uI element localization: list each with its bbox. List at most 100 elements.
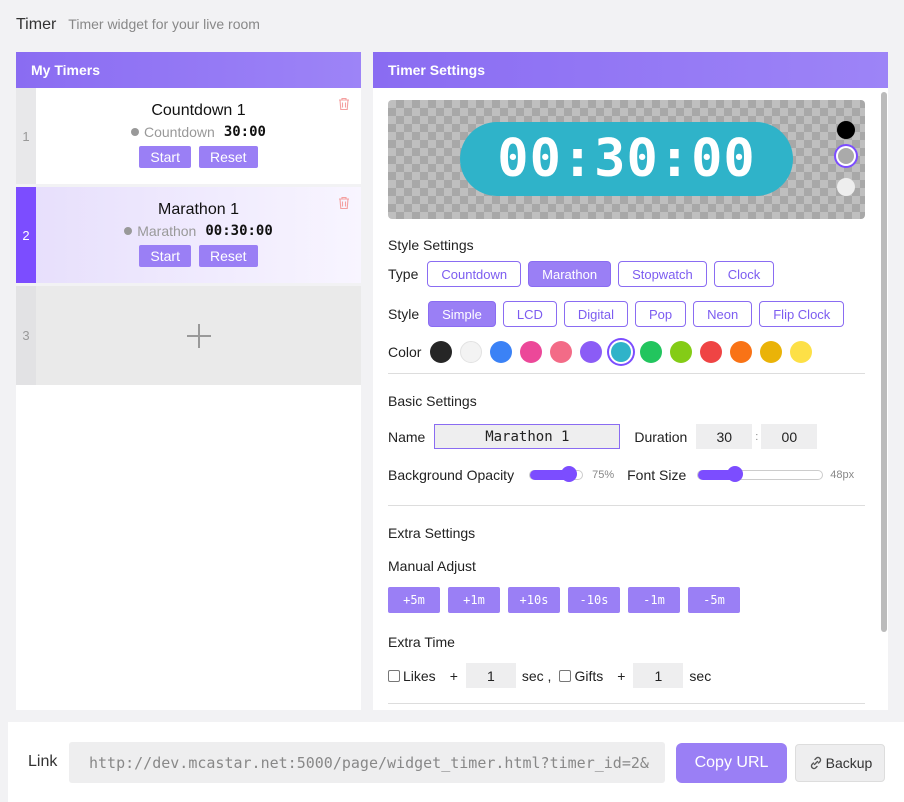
style-option-lcd[interactable]: LCD [502, 301, 557, 327]
color-swatch[interactable] [520, 341, 543, 363]
page-title: Timer [16, 16, 57, 33]
timer-name: Marathon 1 [158, 201, 239, 218]
color-swatch[interactable] [700, 341, 723, 363]
scrollbar[interactable] [881, 92, 887, 632]
preview-bg-black-option[interactable] [837, 121, 855, 139]
adjust-plus-1m-button[interactable]: +1m [448, 587, 500, 613]
timer-index: 1 [16, 88, 36, 184]
adjust-minus-1m-button[interactable]: -1m [628, 587, 680, 613]
name-input[interactable]: Marathon 1 [434, 424, 621, 449]
manual-adjust-label: Manual Adjust [388, 558, 476, 574]
timer-name: Countdown 1 [151, 102, 246, 119]
likes-seconds-input[interactable]: 1 [465, 663, 516, 688]
color-swatch[interactable] [550, 341, 573, 363]
style-option-simple[interactable]: Simple [428, 301, 496, 327]
gifts-checkbox[interactable] [559, 669, 572, 682]
type-row: Type Countdown Marathon Stopwatch Clock [388, 261, 775, 287]
style-row: Style Simple LCD Digital Pop Neon Flip C… [388, 301, 845, 327]
color-swatch[interactable] [430, 341, 453, 363]
timer-index: 3 [16, 286, 36, 385]
link-url-input[interactable]: http://dev.mcastar.net:5000/page/widget_… [69, 742, 665, 783]
type-option-stopwatch[interactable]: Stopwatch [618, 261, 707, 287]
duration-minutes-input[interactable]: 30 [696, 424, 753, 449]
start-button[interactable]: Start [139, 146, 191, 168]
color-swatch[interactable] [670, 341, 693, 363]
timer-settings-panel: Timer Settings 00:30:00 Style Settings T… [373, 52, 888, 710]
opacity-slider[interactable] [529, 466, 584, 482]
timer-settings-heading: Timer Settings [373, 52, 888, 88]
timer-item[interactable]: 2 Marathon 1 Marathon 00:30:00 Start Res… [16, 187, 361, 286]
type-option-clock[interactable]: Clock [713, 261, 775, 287]
style-label: Style [388, 306, 420, 322]
status-dot [124, 227, 133, 235]
trash-icon[interactable] [337, 97, 351, 111]
name-row: Name Marathon 1 Duration 30 : 00 [388, 424, 818, 449]
trash-icon[interactable] [337, 196, 351, 210]
type-option-marathon[interactable]: Marathon [528, 261, 612, 287]
likes-checkbox[interactable] [388, 669, 400, 682]
gifts-plus: + [617, 667, 626, 684]
duration-label: Duration [634, 428, 688, 445]
opacity-slider-knob[interactable] [561, 466, 578, 482]
preview-bg-white-option[interactable] [837, 178, 855, 196]
likes-label: Likes [403, 667, 436, 684]
add-timer-slot[interactable]: 3 [16, 286, 361, 385]
timer-type: Marathon [137, 223, 197, 239]
color-swatch[interactable] [730, 341, 753, 363]
timer-preview: 00:30:00 [388, 100, 865, 219]
likes-sec-label: sec , [521, 667, 552, 684]
divider [388, 505, 865, 506]
basic-settings-label: Basic Settings [388, 393, 477, 409]
timer-item[interactable]: 1 Countdown 1 Countdown 30:00 Start Rese… [16, 88, 361, 187]
timer-time: 30:00 [223, 124, 266, 140]
style-option-digital[interactable]: Digital [563, 301, 629, 327]
duration-separator: : [755, 430, 759, 443]
color-swatches [430, 341, 813, 363]
gifts-seconds-input[interactable]: 1 [633, 663, 684, 688]
status-dot [131, 128, 139, 136]
preview-bg-gray-option[interactable] [838, 148, 854, 164]
adjust-plus-10s-button[interactable]: +10s [508, 587, 560, 613]
font-size-slider[interactable] [697, 466, 824, 482]
color-swatch[interactable] [640, 341, 663, 363]
backup-label: Backup [825, 755, 873, 771]
link-icon [810, 756, 821, 770]
gifts-label: Gifts [574, 667, 604, 684]
color-swatch[interactable] [760, 341, 783, 363]
reset-button[interactable]: Reset [199, 245, 258, 267]
timer-index: 2 [16, 187, 36, 283]
plus-icon[interactable] [186, 323, 212, 349]
color-swatch[interactable] [611, 342, 632, 362]
color-swatch[interactable] [460, 341, 483, 363]
page-subtitle: Timer widget for your live room [68, 16, 260, 32]
font-size-label: Font Size [627, 467, 687, 483]
color-swatch[interactable] [790, 341, 813, 363]
duration-seconds-input[interactable]: 00 [761, 424, 818, 449]
timer-time: 00:30:00 [205, 223, 273, 239]
extra-settings-label: Extra Settings [388, 525, 476, 541]
font-size-slider-knob[interactable] [727, 466, 744, 482]
style-option-flip-clock[interactable]: Flip Clock [759, 301, 845, 327]
gifts-sec-label: sec [689, 667, 712, 684]
style-option-pop[interactable]: Pop [635, 301, 687, 327]
adjust-minus-10s-button[interactable]: -10s [568, 587, 620, 613]
color-swatch[interactable] [580, 341, 603, 363]
color-swatch[interactable] [490, 341, 513, 363]
adjust-plus-5m-button[interactable]: +5m [388, 587, 440, 613]
extra-time-row: Likes + 1 sec , Gifts + 1 sec [388, 663, 713, 688]
reset-button[interactable]: Reset [199, 146, 258, 168]
page-header: Timer Timer widget for your live room [16, 16, 260, 34]
style-option-neon[interactable]: Neon [693, 301, 753, 327]
copy-url-button[interactable]: Copy URL [676, 743, 787, 783]
start-button[interactable]: Start [139, 245, 191, 267]
adjust-minus-5m-button[interactable]: -5m [688, 587, 740, 613]
backup-button[interactable]: Backup [795, 744, 885, 782]
style-settings-label: Style Settings [388, 237, 474, 253]
preview-time: 00:30:00 [460, 122, 793, 196]
divider [388, 703, 865, 704]
color-row: Color [388, 341, 813, 363]
opacity-font-row: Background Opacity 75% Font Size 48px [388, 466, 854, 483]
link-label: Link [28, 753, 58, 770]
type-option-countdown[interactable]: Countdown [427, 261, 522, 287]
name-label: Name [388, 428, 426, 445]
